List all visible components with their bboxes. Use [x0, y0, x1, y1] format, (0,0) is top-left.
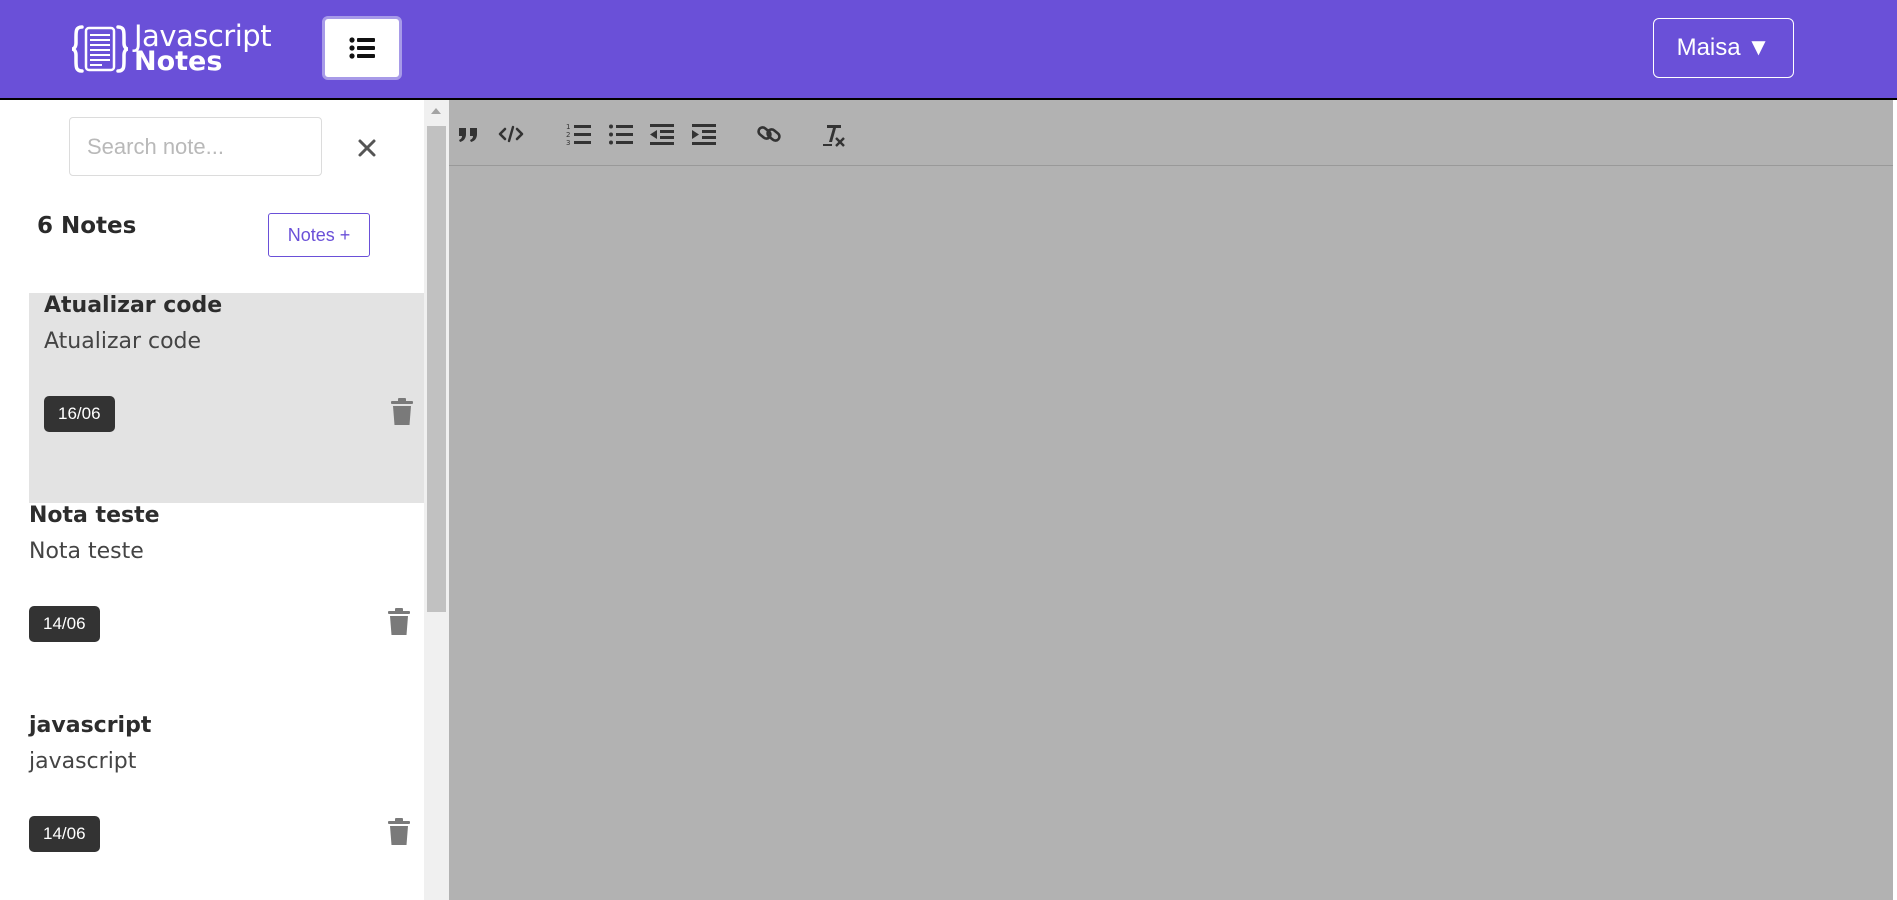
- note-title: Atualizar code: [44, 293, 223, 318]
- sidebar-scrollbar[interactable]: [424, 100, 449, 900]
- notes-logo-icon: [72, 25, 128, 73]
- note-preview: javascript: [29, 749, 137, 774]
- outdent-icon[interactable]: [648, 120, 676, 148]
- clear-format-icon[interactable]: [820, 120, 848, 148]
- bullet-list-icon[interactable]: [607, 120, 635, 148]
- quote-icon[interactable]: [455, 120, 483, 148]
- add-note-button[interactable]: Notes +: [268, 213, 370, 257]
- close-icon[interactable]: [353, 134, 381, 162]
- note-date-badge: 14/06: [29, 606, 100, 642]
- note-editor[interactable]: 1 2 3: [449, 100, 1897, 900]
- note-preview: Nota teste: [29, 539, 144, 564]
- note-item[interactable]: javascript javascript 14/06: [29, 713, 424, 900]
- svg-text:2: 2: [566, 131, 570, 139]
- window-edge: [1893, 100, 1897, 900]
- note-preview: Atualizar code: [44, 329, 202, 354]
- toggle-notes-list-button[interactable]: [322, 16, 402, 80]
- search-input[interactable]: [69, 117, 322, 176]
- note-date-badge: 16/06: [44, 396, 115, 432]
- trash-icon[interactable]: [389, 398, 415, 426]
- editor-toolbar: 1 2 3: [449, 100, 1897, 166]
- svg-text:1: 1: [566, 123, 570, 131]
- user-menu-button[interactable]: Maisa ▼: [1653, 18, 1794, 78]
- link-icon[interactable]: [755, 120, 783, 148]
- user-name: Maisa: [1676, 34, 1741, 61]
- note-item[interactable]: Atualizar code Atualizar code 16/06: [29, 293, 424, 503]
- svg-text:3: 3: [566, 139, 570, 147]
- scroll-thumb[interactable]: [427, 126, 446, 612]
- caret-down-icon: ▼: [1746, 34, 1771, 61]
- notes-count: 6 Notes: [37, 213, 137, 239]
- trash-icon[interactable]: [386, 608, 412, 636]
- notes-sidebar: 6 Notes Notes + Atualizar code Atualizar…: [0, 100, 424, 900]
- scroll-up-arrow-icon[interactable]: [431, 108, 441, 114]
- code-icon[interactable]: [497, 120, 525, 148]
- app-logo[interactable]: Javascript Notes: [72, 21, 272, 77]
- note-date-badge: 14/06: [29, 816, 100, 852]
- indent-icon[interactable]: [690, 120, 718, 148]
- logo-text: Javascript Notes: [134, 22, 272, 76]
- note-item[interactable]: Nota teste Nota teste 14/06: [29, 503, 424, 713]
- ordered-list-icon[interactable]: 1 2 3: [565, 120, 593, 148]
- top-navbar: Javascript Notes Maisa ▼: [0, 0, 1897, 100]
- list-icon: [349, 37, 375, 59]
- note-title: Nota teste: [29, 503, 160, 528]
- note-title: javascript: [29, 713, 152, 738]
- trash-icon[interactable]: [386, 818, 412, 846]
